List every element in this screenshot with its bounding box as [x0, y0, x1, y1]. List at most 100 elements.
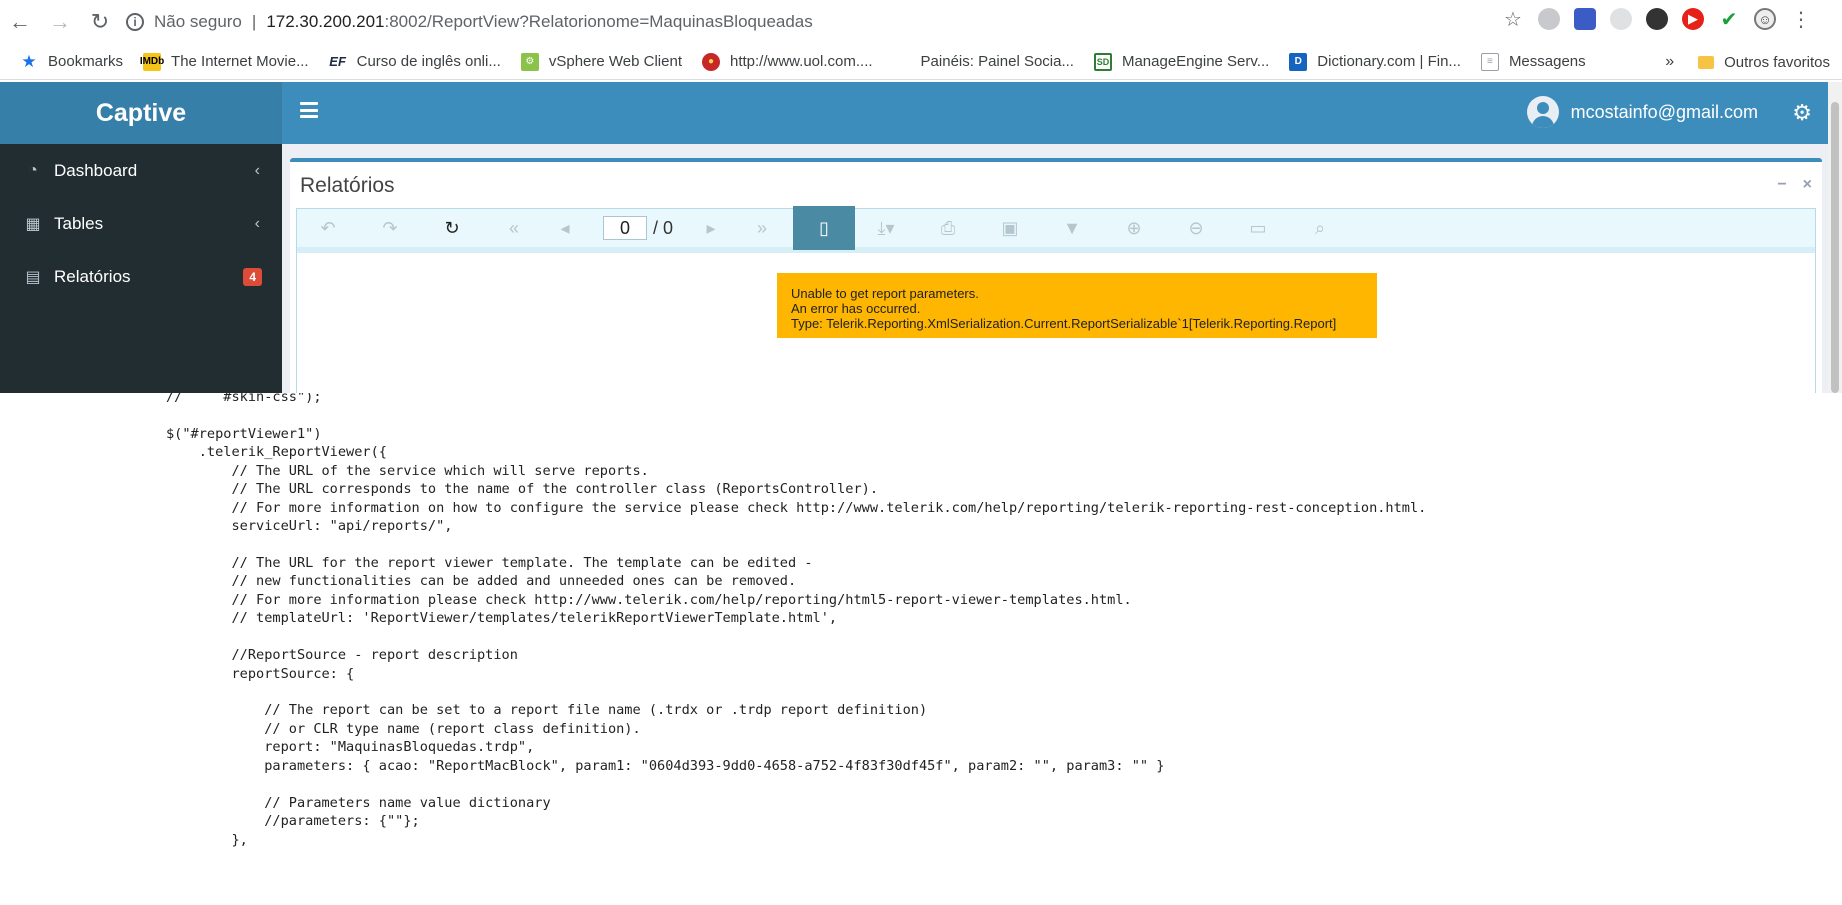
extension-check-icon[interactable]: ✔ [1718, 8, 1740, 31]
forward-report-button[interactable]: ↷ [359, 206, 421, 250]
address-bar[interactable]: i Não seguro | 172.30.200.201:8002/Repor… [126, 5, 813, 39]
url-host: 172.30.200.201 [266, 12, 385, 31]
bookmark-star-icon[interactable]: ☆ [1502, 8, 1524, 31]
bookmark-messagens[interactable]: ≡ Messagens [1480, 52, 1586, 71]
sidebar-item-relatorios[interactable]: ▤ Relatórios 4 [0, 250, 282, 303]
extension-gray-icon[interactable] [1610, 8, 1632, 30]
forward-button[interactable]: → [40, 2, 80, 42]
menu-dots-icon[interactable]: ⋮ [1790, 8, 1812, 31]
chevron-left-icon: ‹ [254, 161, 260, 179]
sidebar-item-label: Relatórios [54, 266, 131, 286]
extension-dark-icon[interactable] [1646, 8, 1668, 30]
bookmark-label: Bookmarks [48, 53, 124, 70]
address-separator: | [251, 12, 257, 31]
calendar-icon: ▤ [25, 268, 41, 286]
reload-icon: ↻ [90, 9, 110, 34]
browser-toolbar: ← → ↻ i Não seguro | 172.30.200.201:8002… [0, 0, 1842, 44]
code-line: serviceUrl: "api/reports/", [166, 518, 453, 535]
report-viewer-toolbar: ↶ ↷ ↻ « ◂ / 0 ▸ » ▯ ⤓▾ ⎙ ▣ ▼ ⊕ [297, 206, 1815, 253]
brand-logo[interactable]: Captive [0, 82, 282, 144]
zoom-in-button[interactable]: ⊕ [1103, 206, 1165, 250]
reports-box: Relatórios − × ↶ ↷ ↻ « ◂ / 0 ▸ » [290, 158, 1822, 393]
back-button[interactable]: ← [0, 2, 40, 42]
bookmark-dictionary[interactable]: D Dictionary.com | Fin... [1289, 52, 1461, 71]
code-line: // Parameters name value dictionary [166, 794, 551, 811]
next-page-button[interactable]: ▸ [691, 206, 731, 250]
other-bookmarks[interactable]: Outros favoritos [1724, 54, 1830, 71]
code-line: // templateUrl: 'ReportViewer/templates/… [166, 610, 838, 627]
previous-page-button[interactable]: ◂ [545, 206, 585, 250]
bookmark-bookmarks[interactable]: ★ Bookmarks [20, 51, 124, 71]
info-icon[interactable]: i [126, 13, 144, 31]
app-frame: Captive mcostainfo@gmail.com ⚙ ◔ Dashboa… [0, 82, 1842, 393]
page-total: / 0 [653, 217, 674, 238]
toggle-zoom-mode-button[interactable]: ▭ [1227, 206, 1289, 250]
code-line: .telerik_ReportViewer({ [166, 444, 387, 461]
first-page-icon: « [508, 217, 519, 238]
export-button[interactable]: ⤓▾ [855, 206, 917, 250]
code-line: $("#reportViewer1") [166, 425, 322, 442]
user-email: mcostainfo@gmail.com [1570, 101, 1758, 122]
filter-icon: ▼ [1063, 217, 1081, 238]
bookmark-label: Curso de inglês onli... [356, 53, 501, 70]
box-title: Relatórios [300, 174, 395, 197]
toggle-parameters-button[interactable]: ▼ [1041, 206, 1103, 250]
user-menu[interactable]: mcostainfo@gmail.com [1526, 96, 1758, 128]
vsphere-icon: ⚙ [520, 52, 539, 71]
fit-page-icon: ▭ [1249, 217, 1267, 238]
bookmark-uol[interactable]: ● http://www.uol.com.... [701, 52, 873, 71]
reload-button[interactable]: ↻ [80, 2, 120, 42]
extension-blue-icon[interactable] [1574, 8, 1596, 30]
folder-icon [1698, 55, 1715, 69]
avatar [1526, 96, 1559, 128]
scrollbar-thumb[interactable] [1831, 102, 1839, 393]
hamburger-icon[interactable] [300, 102, 318, 118]
document-icon: ≡ [1480, 52, 1499, 71]
sidebar-item-dashboard[interactable]: ◔ Dashboard ‹ [0, 144, 282, 197]
print-button[interactable]: ⎙ [917, 206, 979, 250]
code-block: // #skin-css"); $("#reportViewer1") .tele… [166, 393, 1427, 849]
page-scrollbar[interactable] [1828, 82, 1842, 393]
bookmark-manageengine[interactable]: SD ManageEngine Serv... [1093, 52, 1269, 71]
search-button[interactable]: ⌕ [1289, 206, 1351, 250]
star-icon: ★ [21, 51, 37, 71]
sidebar-item-label: Dashboard [54, 160, 138, 180]
redo-icon: ↷ [382, 217, 398, 238]
error-message: Unable to get report parameters. An erro… [777, 273, 1377, 338]
profile-icon[interactable]: ☺ [1754, 8, 1776, 30]
bookmarks-more-button[interactable]: » [1665, 53, 1674, 71]
sidebar-item-tables[interactable]: ▦ Tables ‹ [0, 197, 282, 250]
code-line: // For more information on how to config… [166, 499, 1427, 516]
refresh-report-button[interactable]: ↻ [421, 206, 483, 250]
bookmark-vsphere[interactable]: ⚙ vSphere Web Client [520, 52, 682, 71]
bookmark-label: vSphere Web Client [548, 53, 682, 70]
print-preview-button[interactable]: ▯ [793, 206, 856, 250]
dictionary-icon: D [1289, 52, 1308, 71]
minimize-icon[interactable]: − [1777, 176, 1786, 194]
bookmark-imdb[interactable]: IMDb The Internet Movie... [140, 52, 309, 71]
bookmark-paineis[interactable]: Painéis: Painel Socia... [893, 53, 1074, 71]
page-navigator: / 0 [603, 216, 673, 240]
bookmark-label: Dictionary.com | Fin... [1317, 53, 1461, 70]
bookmark-ef[interactable]: EF Curso de inglês onli... [329, 53, 501, 71]
last-page-button[interactable]: » [731, 206, 793, 250]
page-number-input[interactable] [603, 216, 647, 240]
extension-play-icon[interactable]: ▶ [1682, 8, 1704, 30]
extension-circle-icon[interactable] [1538, 8, 1560, 30]
chevron-left-icon: ‹ [254, 214, 260, 232]
back-report-button[interactable]: ↶ [297, 206, 359, 250]
arrow-right-icon: → [49, 9, 71, 34]
send-mail-button[interactable]: ▣ [979, 206, 1041, 250]
zoom-out-button[interactable]: ⊖ [1165, 206, 1227, 250]
report-viewer: ↶ ↷ ↻ « ◂ / 0 ▸ » ▯ ⤓▾ ⎙ ▣ ▼ ⊕ [296, 206, 1816, 393]
first-page-button[interactable]: « [483, 206, 545, 250]
search-icon: ⌕ [1314, 217, 1326, 238]
code-line: // or CLR type name (report class defini… [166, 720, 641, 737]
refresh-icon: ↻ [444, 217, 460, 238]
code-line: }, [166, 831, 248, 848]
close-icon[interactable]: × [1803, 176, 1812, 194]
gears-icon[interactable]: ⚙ [1792, 100, 1812, 126]
